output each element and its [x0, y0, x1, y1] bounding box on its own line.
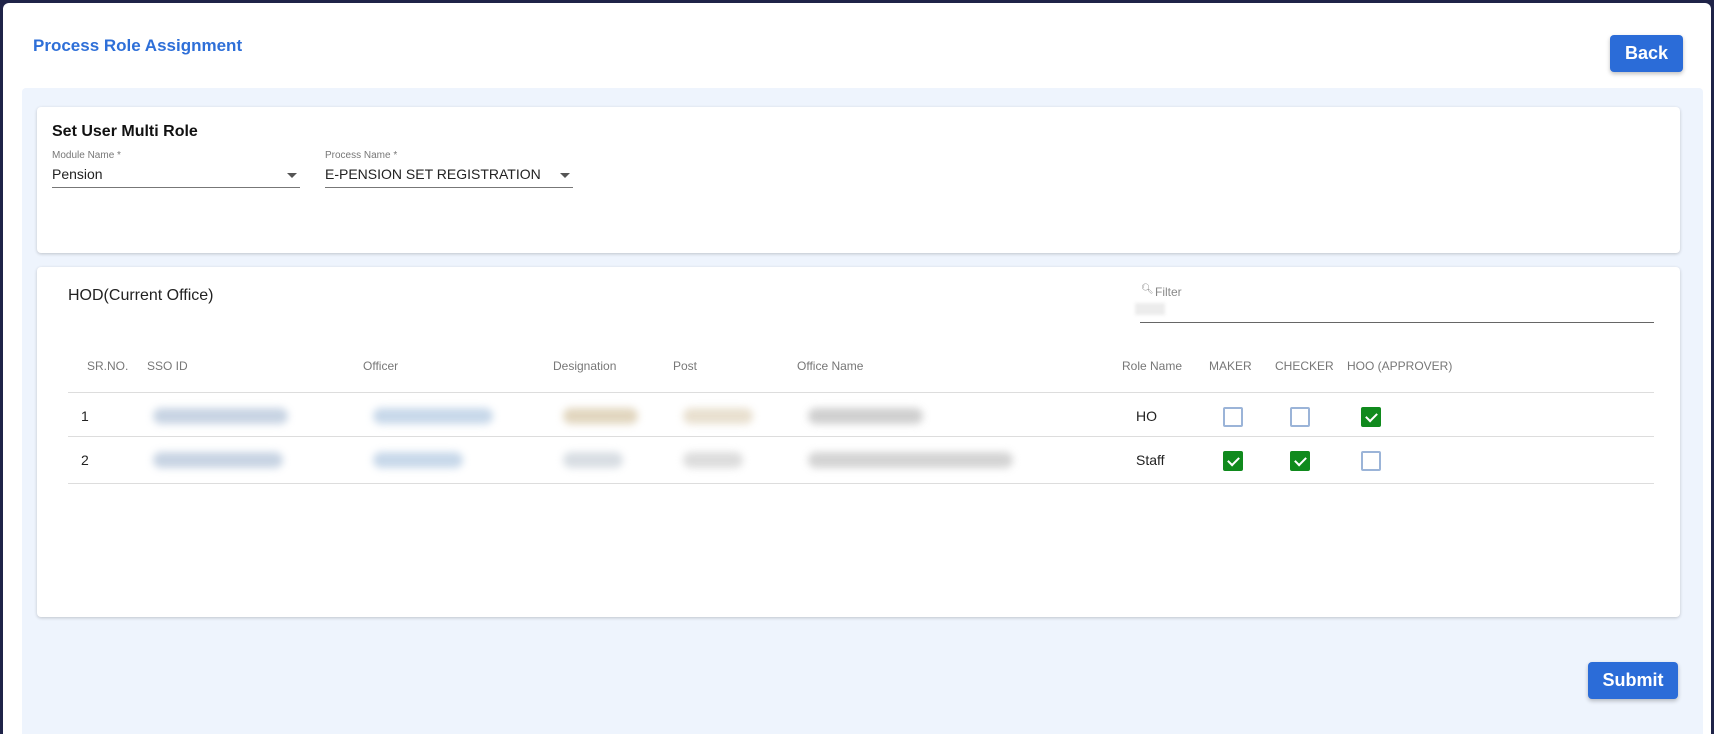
sso-id-redacted	[153, 452, 283, 468]
col-checker: CHECKER	[1275, 359, 1334, 373]
col-maker: MAKER	[1209, 359, 1252, 373]
designation-redacted	[563, 452, 623, 468]
submit-button[interactable]: Submit	[1588, 662, 1678, 699]
app-window: Process Role Assignment Back Set User Mu…	[3, 3, 1711, 734]
table-row: 2 Staff	[68, 436, 1654, 484]
col-role-name: Role Name	[1122, 359, 1183, 373]
filter-value-redacted	[1135, 303, 1165, 315]
process-name-label: Process Name *	[325, 150, 398, 161]
checker-checkbox[interactable]	[1290, 451, 1310, 471]
designation-redacted	[563, 408, 638, 424]
row-role-name: HO	[1136, 408, 1157, 424]
col-hoo-approver: HOO (APPROVER)	[1347, 359, 1453, 373]
dropdown-arrow-icon[interactable]	[287, 173, 297, 178]
office-name-redacted	[808, 452, 1013, 468]
row-sr-no: 2	[81, 452, 89, 468]
module-name-value: Pension	[52, 166, 103, 182]
sso-id-redacted	[153, 408, 288, 424]
hoo-approver-checkbox[interactable]	[1361, 451, 1381, 471]
process-name-value: E-PENSION SET REGISTRATION	[325, 166, 541, 182]
module-name-label: Module Name *	[52, 150, 121, 161]
back-button[interactable]: Back	[1610, 35, 1683, 72]
col-post: Post	[673, 359, 698, 373]
hoo-approver-checkbox[interactable]	[1361, 407, 1381, 427]
officer-redacted	[373, 452, 463, 468]
col-sr-no: SR.NO.	[87, 359, 129, 373]
office-name-redacted	[808, 408, 923, 424]
dropdown-arrow-icon[interactable]	[560, 173, 570, 178]
post-redacted	[683, 408, 753, 424]
col-officer: Officer	[363, 359, 399, 373]
process-name-select[interactable]: Process Name * E-PENSION SET REGISTRATIO…	[325, 150, 573, 188]
card-title: Set User Multi Role	[52, 123, 198, 140]
set-user-multi-role-card: Set User Multi Role Module Name * Pensio…	[37, 107, 1680, 253]
row-role-name: Staff	[1136, 452, 1165, 468]
row-sr-no: 1	[81, 408, 89, 424]
module-name-select[interactable]: Module Name * Pension	[52, 150, 300, 188]
hod-title: HOD(Current Office)	[68, 287, 214, 304]
maker-checkbox[interactable]	[1223, 407, 1243, 427]
search-icon: 🔍︎	[1141, 284, 1154, 295]
col-office-name: Office Name	[797, 359, 864, 373]
table-row: 1 HO	[68, 392, 1654, 442]
filter-input[interactable]: 🔍︎ Filter	[1135, 283, 1654, 323]
checker-checkbox[interactable]	[1290, 407, 1310, 427]
maker-checkbox[interactable]	[1223, 451, 1243, 471]
col-designation: Designation	[553, 359, 617, 373]
col-sso-id: SSO ID	[147, 359, 188, 373]
filter-label: Filter	[1155, 285, 1182, 299]
page-title: Process Role Assignment	[33, 36, 243, 55]
officer-redacted	[373, 408, 493, 424]
post-redacted	[683, 452, 743, 468]
hod-card: HOD(Current Office) 🔍︎ Filter SR.NO. SSO…	[37, 267, 1680, 617]
